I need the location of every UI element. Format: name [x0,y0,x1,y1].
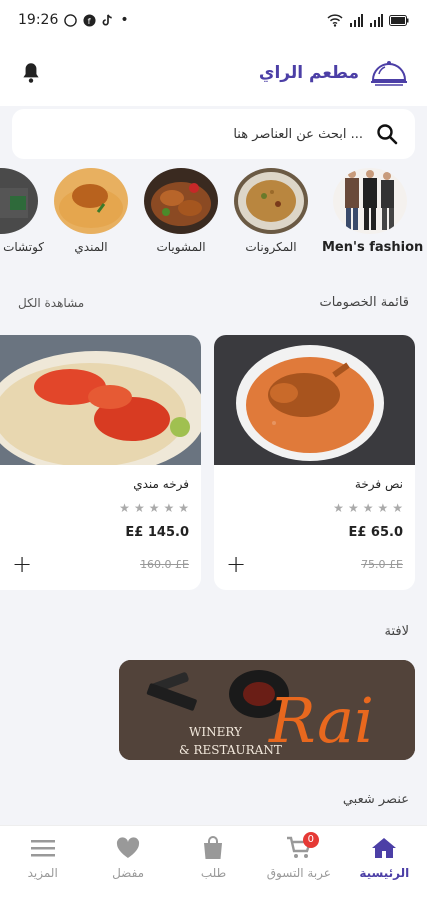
popular-section-title: عنصر شعبي [342,792,409,807]
cart-badge: 0 [302,832,319,848]
star-icon: ★ [178,501,189,515]
nav-more[interactable]: المزيد [3,836,83,880]
wifi-icon [327,13,343,27]
category-image [0,168,38,234]
nav-favorites[interactable]: مفضل [88,836,168,880]
category-label: المندي [74,240,108,254]
status-bar: 19:26 f • [0,0,427,40]
star-icon: ★ [163,501,175,515]
app-header: مطعم الراي [0,40,427,106]
category-label: المكرونات [245,240,297,254]
app-title: مطعم الراي [258,63,359,83]
star-icon: ★ [148,501,160,515]
status-time: 19:26 [18,12,59,28]
product-old-price: 160.0 £E [140,557,189,571]
search-placeholder[interactable]: ابحث عن العناصر هنا ... [233,127,363,142]
popular-section-header: عنصر شعبي [0,792,427,807]
category-couches[interactable]: كوتشات [0,168,46,254]
menu-icon [30,840,55,857]
nav-label: الرئيسية [359,866,410,880]
discounts-section-header: مشاهدة الكل قائمة الخصومات [0,295,427,310]
category-image [54,168,128,234]
nav-label: عربة التسوق [266,866,331,880]
cloche-logo-icon [371,61,407,86]
product-card[interactable]: نص فرخة ★ ★ ★ ★ ★ 65.0 £E + 75.0 £E [214,335,415,590]
banner-line2: & RESTAURANT [179,743,282,757]
add-to-cart-plus-icon[interactable]: + [226,552,246,576]
rating-stars: ★ ★ ★ ★ ★ [226,501,403,515]
heart-icon [116,837,140,858]
banner-line1: WINERY [189,725,243,739]
product-name: نص فرخة [354,477,403,491]
facebook-icon: f [83,13,96,27]
product-image [0,335,201,465]
category-label: المشويات [156,240,206,254]
search-icon[interactable] [375,122,399,146]
banner-logo: Rai [268,684,374,757]
category-label: كوتشات [3,240,44,254]
star-icon: ★ [377,501,389,515]
discounts-title: قائمة الخصومات [319,295,409,310]
nav-label: المزيد [27,866,58,880]
nav-home[interactable]: الرئيسية [344,836,424,880]
star-icon: ★ [392,501,403,515]
product-price: 65.0 £E [348,525,403,540]
star-icon: ★ [119,501,130,515]
home-icon [372,838,397,858]
star-icon: ★ [347,501,359,515]
status-left: 19:26 f • [18,12,129,28]
product-actions: + 160.0 £E [12,552,189,576]
banner-section-title: لافتة [384,624,409,639]
shopping-bag-icon [204,836,223,859]
nav-label: مفضل [112,866,145,880]
category-label: Men's fashion [322,240,424,255]
promo-banner[interactable]: Rai WINERY & RESTAURANT [119,660,415,760]
battery-icon [389,14,409,26]
category-image [234,168,308,234]
category-pasta[interactable]: المكرونات [226,168,316,254]
signal-icon [350,13,363,27]
rating-stars: ★ ★ ★ ★ ★ [12,501,189,515]
product-image [214,335,415,465]
star-icon: ★ [133,501,145,515]
product-name: فرخه مندي [133,477,189,491]
signal-icon-2 [370,13,383,27]
brand: مطعم الراي [259,56,409,90]
search-bar[interactable]: ابحث عن العناصر هنا ... [12,109,415,159]
nav-cart[interactable]: 0 عربة التسوق [259,832,339,880]
category-image [333,168,407,234]
product-old-price: 75.0 £E [361,557,403,571]
status-right [327,13,409,27]
tiktok-icon [102,14,113,25]
whatsapp-icon [64,13,78,27]
product-info: فرخه مندي ★ ★ ★ ★ ★ 145.0 £E [0,465,201,552]
bottom-navigation: المزيد مفضل طلب 0 عربة التسوق الرئيسية [0,825,427,900]
add-to-cart-plus-icon[interactable]: + [12,552,32,576]
star-icon: ★ [362,501,374,515]
product-card[interactable]: فرخه مندي ★ ★ ★ ★ ★ 145.0 £E + 160.0 £E [0,335,201,590]
category-image [144,168,218,234]
banner-section-header: لافتة [0,624,427,639]
category-mens-fashion[interactable]: Men's fashion [322,168,424,255]
status-dot: • [120,12,129,28]
see-all-link[interactable]: مشاهدة الكل [18,296,84,310]
nav-orders[interactable]: طلب [173,836,253,880]
category-mandi[interactable]: المندي [46,168,136,254]
nav-label: طلب [200,866,227,880]
product-actions: + 75.0 £E [226,552,403,576]
category-carousel: Men's fashion المكرونات المشويات المندي … [0,168,427,268]
product-price: 145.0 £E [125,525,189,540]
category-grills[interactable]: المشويات [136,168,226,254]
product-info: نص فرخة ★ ★ ★ ★ ★ 65.0 £E [214,465,415,552]
bell-icon[interactable] [18,60,44,86]
star-icon: ★ [333,501,344,515]
